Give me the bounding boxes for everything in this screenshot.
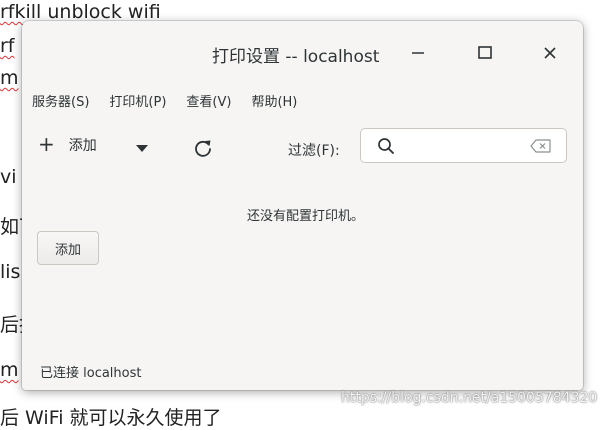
print-settings-window: 打印设置 -- localhost 服务器(S) 打印机(P) 查看(V) 帮助… — [22, 21, 583, 390]
clear-search-icon[interactable] — [530, 139, 552, 153]
add-dropdown-button[interactable] — [130, 139, 154, 159]
refresh-icon — [195, 140, 211, 157]
maximize-icon — [478, 46, 492, 59]
close-icon — [544, 47, 556, 59]
background-line: rfkill unblock wifi — [0, 1, 161, 23]
filter-input[interactable] — [401, 135, 525, 159]
background-line: lis — [0, 261, 21, 283]
maximize-button[interactable] — [469, 37, 501, 69]
window-title: 打印设置 -- localhost — [212, 47, 380, 67]
background-line: 后 WiFi 就可以永久使用了 — [0, 407, 222, 429]
title-bar[interactable]: 打印设置 -- localhost — [22, 21, 583, 83]
background-line: vi — [0, 166, 17, 188]
background-line: m — [0, 359, 19, 381]
filter-search-box — [360, 128, 567, 163]
minimize-button[interactable] — [402, 37, 434, 69]
filter-label: 过滤(F): — [288, 143, 340, 159]
search-icon — [378, 138, 394, 154]
background-line: m — [0, 67, 19, 89]
toolbar-add-button[interactable]: + 添加 — [38, 132, 97, 156]
watermark-url: https://blog.csdn.net/a15005784320 — [341, 390, 598, 406]
minimize-icon — [412, 52, 424, 54]
menu-help[interactable]: 帮助(H) — [241, 87, 307, 113]
menu-bar: 服务器(S) 打印机(P) 查看(V) 帮助(H) — [22, 87, 583, 113]
dropdown-arrow-icon — [136, 145, 148, 152]
plus-icon: + — [38, 132, 55, 156]
menu-printer[interactable]: 打印机(P) — [99, 87, 176, 113]
refresh-button[interactable] — [190, 135, 216, 161]
close-button[interactable] — [534, 37, 566, 69]
menu-view[interactable]: 查看(V) — [176, 87, 241, 113]
no-printers-message: 还没有配置打印机。 — [246, 209, 364, 224]
add-printer-button[interactable]: 添加 — [37, 231, 99, 265]
menu-server[interactable]: 服务器(S) — [22, 87, 99, 113]
toolbar: + 添加 过滤(F): — [22, 125, 583, 169]
background-line: rf — [0, 35, 15, 57]
connection-status: 已连接 localhost — [40, 366, 142, 381]
toolbar-add-label: 添加 — [68, 138, 97, 154]
